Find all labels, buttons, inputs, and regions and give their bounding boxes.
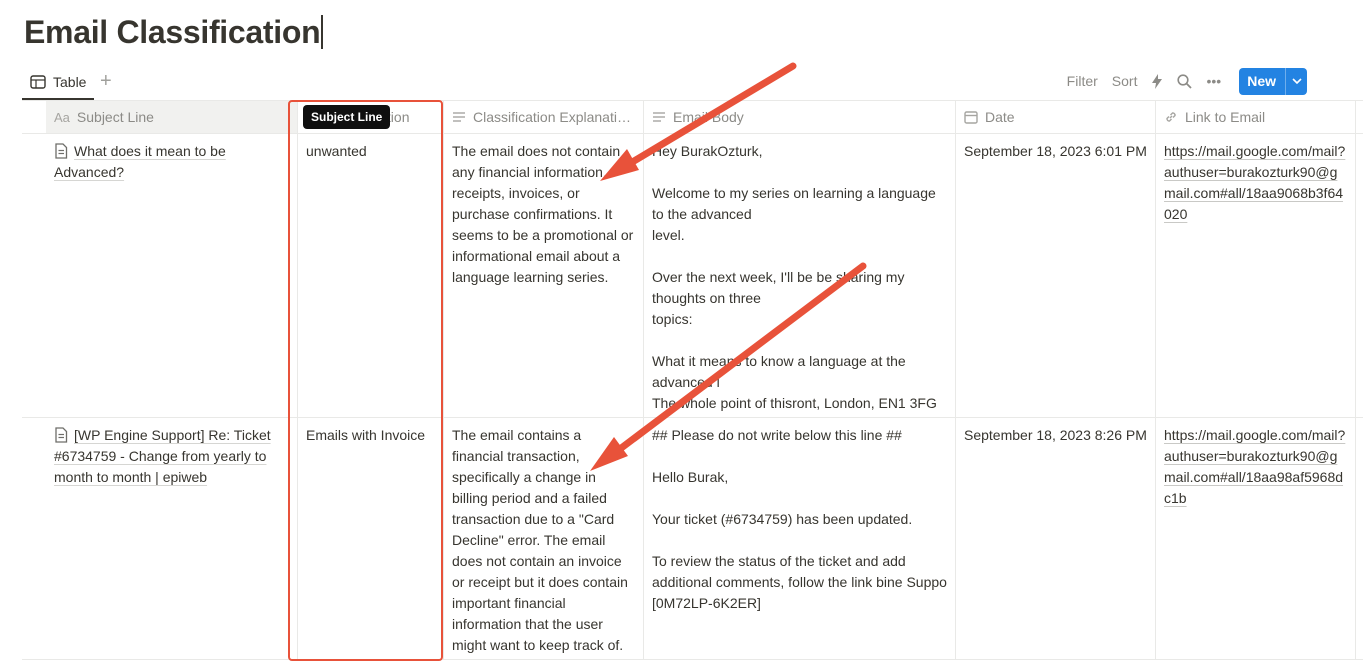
link-cell[interactable]: https://mail.google.com/mail?authuser=bu… (1156, 134, 1356, 417)
table-header: Aa Subject Line Classification Classific… (22, 100, 1363, 134)
classification-value: Emails with Invoice (306, 427, 426, 443)
explanation-text: The email does not contain any financial… (452, 143, 634, 285)
email-body-cell[interactable]: ## Please do not write below this line #… (644, 418, 956, 659)
more-options-button[interactable]: ••• (1206, 73, 1221, 89)
table-icon (30, 75, 46, 89)
search-button[interactable] (1177, 73, 1193, 89)
column-header-classification-explanation[interactable]: Classification Explanati… (444, 101, 644, 133)
email-body-text: ## Please do not write below this line #… (652, 427, 947, 611)
sort-button[interactable]: Sort (1112, 73, 1138, 89)
add-view-button[interactable]: + (100, 71, 112, 91)
email-link[interactable]: https://mail.google.com/mail?authuser=bu… (1164, 143, 1345, 222)
column-header-date[interactable]: Date (956, 101, 1156, 133)
column-tooltip: Subject Line (303, 105, 391, 129)
tab-table[interactable]: Table (22, 66, 95, 100)
date-value: September 18, 2023 8:26 PM (964, 427, 1147, 443)
explanation-cell[interactable]: The email contains a financial transacti… (444, 418, 644, 659)
column-header-subject-line[interactable]: Aa Subject Line (46, 101, 298, 133)
filter-button[interactable]: Filter (1067, 73, 1098, 89)
classification-cell[interactable]: unwanted (298, 134, 444, 417)
column-header-link-to-email[interactable]: Link to Email (1156, 101, 1356, 133)
email-link[interactable]: https://mail.google.com/mail?authuser=bu… (1164, 427, 1345, 506)
subject-text[interactable]: What does it mean to be Advanced? (54, 143, 226, 180)
email-body-cell[interactable]: Hey BurakOzturk, Welcome to my series on… (644, 134, 956, 417)
date-value: September 18, 2023 6:01 PM (964, 143, 1147, 159)
link-cell[interactable]: https://mail.google.com/mail?authuser=bu… (1156, 418, 1356, 659)
toolbar: Filter Sort ••• New (1067, 67, 1307, 95)
page-icon (55, 143, 68, 159)
text-caret (321, 15, 323, 49)
column-header-label: Classification Explanati… (473, 109, 631, 125)
page-icon (55, 427, 68, 443)
column-header-label: Subject Line (76, 109, 154, 125)
classification-cell[interactable]: Emails with Invoice (298, 418, 444, 659)
column-header-label: Link to Email (1185, 109, 1266, 125)
column-header-label: Date (985, 109, 1015, 125)
new-dropdown-button[interactable] (1285, 67, 1307, 95)
page-title-text[interactable]: Email Classification (24, 14, 321, 50)
column-header-label: Email Body (673, 109, 744, 125)
date-cell[interactable]: September 18, 2023 8:26 PM (956, 418, 1156, 659)
view-bar: Table + Filter Sort ••• New (22, 66, 1363, 100)
page-title[interactable]: Email Classification (24, 10, 323, 54)
table-row[interactable]: [WP Engine Support] Re: Ticket #6734759 … (22, 418, 1363, 660)
title-property-icon: Aa (54, 109, 70, 125)
email-body-text: Hey BurakOzturk, Welcome to my series on… (652, 143, 937, 411)
lightning-icon (1152, 73, 1163, 89)
table-row[interactable]: What does it mean to be Advanced? unwant… (22, 134, 1363, 418)
text-icon (653, 112, 665, 122)
classification-value: unwanted (306, 143, 367, 159)
automation-button[interactable] (1151, 73, 1163, 89)
explanation-cell[interactable]: The email does not contain any financial… (444, 134, 644, 417)
date-cell[interactable]: September 18, 2023 6:01 PM (956, 134, 1156, 417)
explanation-text: The email contains a financial transacti… (452, 427, 628, 653)
column-header-email-body[interactable]: Email Body (644, 101, 956, 133)
link-icon (1166, 112, 1176, 122)
tab-table-label: Table (53, 74, 87, 90)
new-button-label[interactable]: New (1239, 68, 1285, 95)
subject-cell[interactable]: [WP Engine Support] Re: Ticket #6734759 … (46, 418, 298, 659)
subject-text[interactable]: [WP Engine Support] Re: Ticket #6734759 … (54, 427, 271, 485)
calendar-icon (964, 111, 978, 124)
search-icon (1177, 73, 1193, 89)
subject-cell[interactable]: What does it mean to be Advanced? (46, 134, 298, 417)
text-icon (453, 112, 465, 122)
new-button[interactable]: New (1239, 67, 1307, 95)
chevron-down-icon (1291, 78, 1302, 84)
